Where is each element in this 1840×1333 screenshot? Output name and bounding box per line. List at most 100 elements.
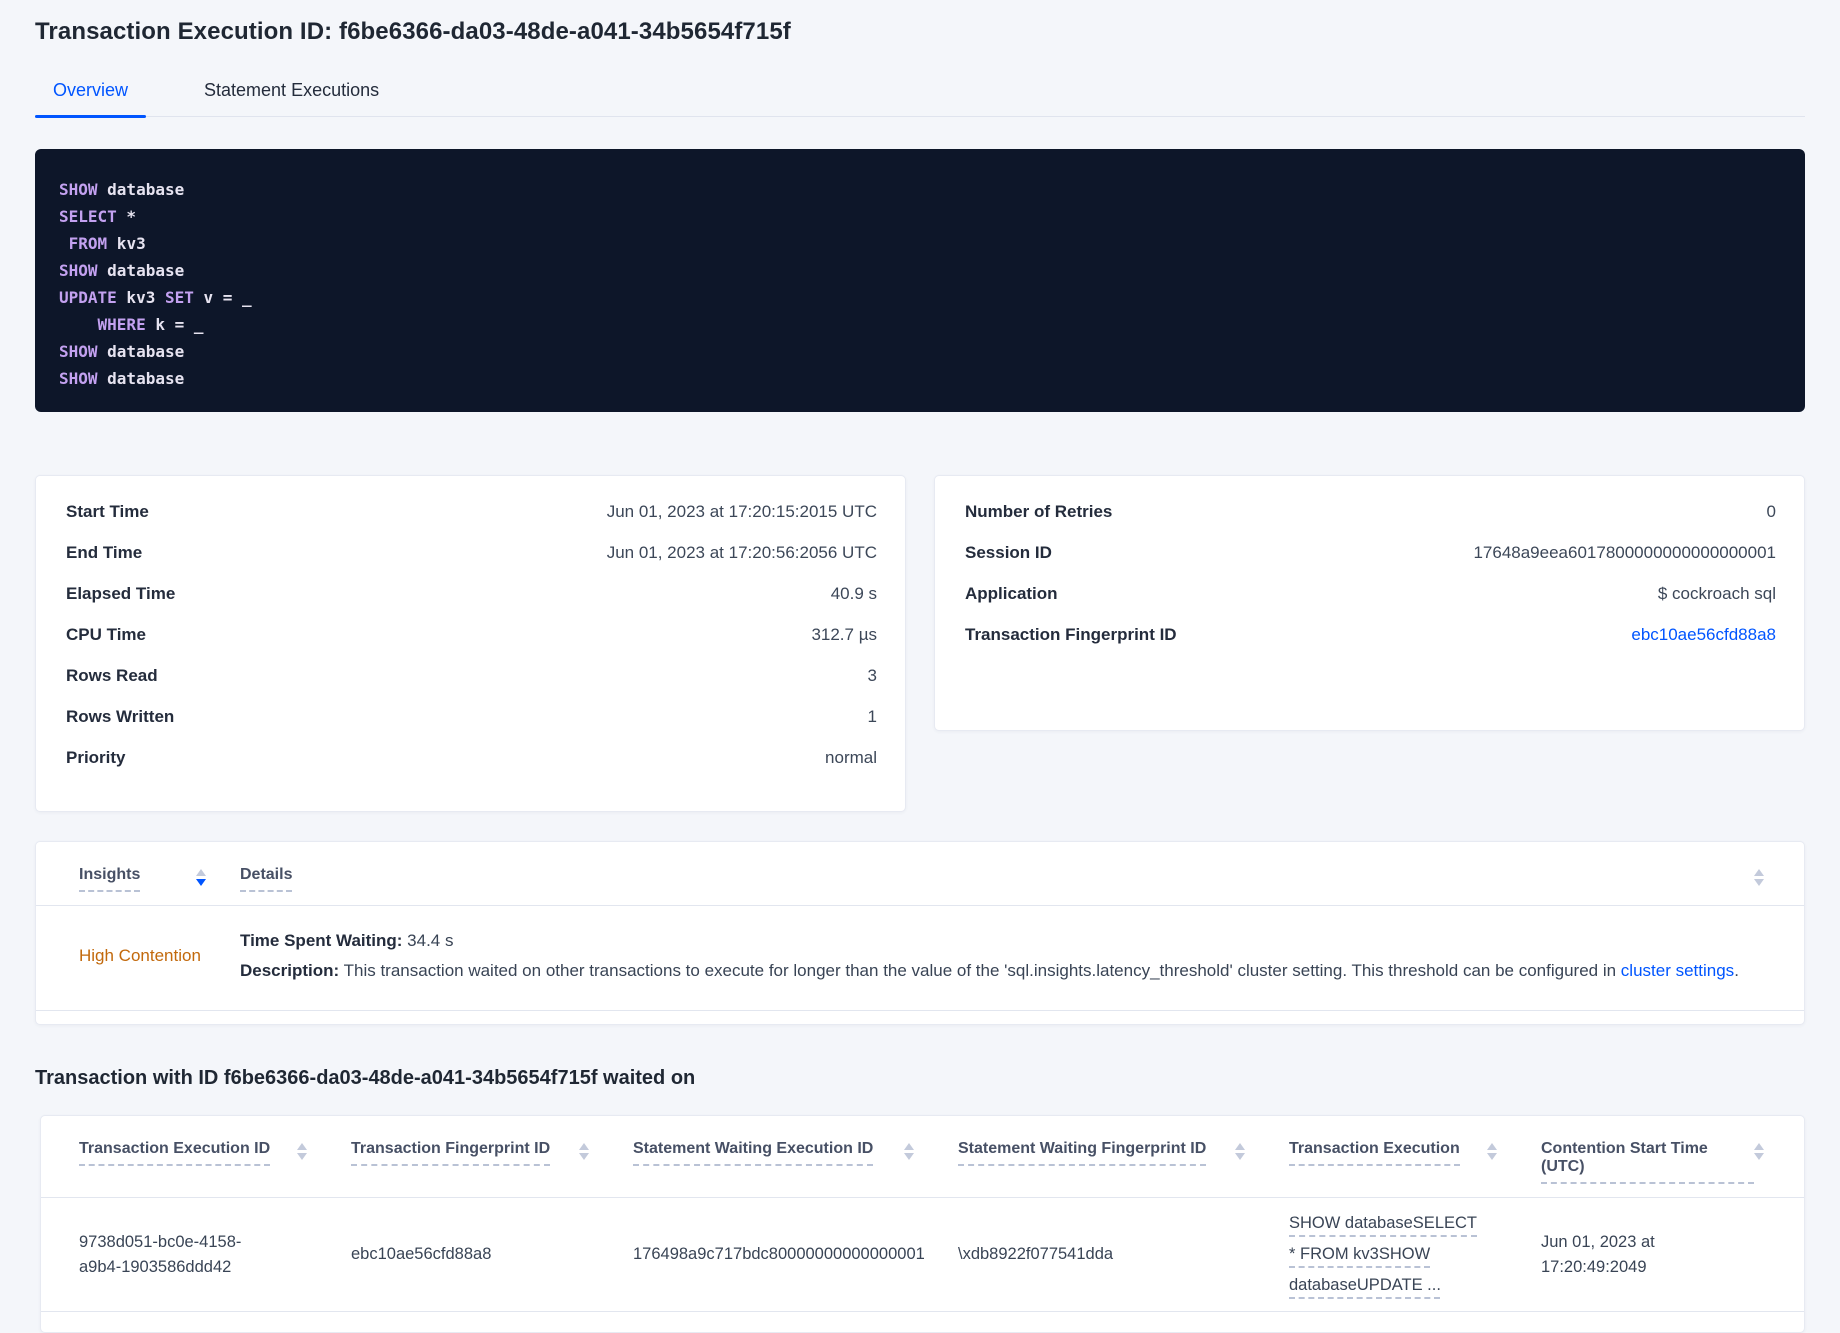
sql-line: SHOW database [59,365,1781,392]
insights-card: Insights Details High Contention Time Sp… [35,841,1805,1025]
summary-row-priority: Priority normal [66,748,877,789]
column-header-statement-waiting-fingerprint-id: Statement Waiting Fingerprint ID [958,1140,1289,1184]
description-text: This transaction waited on other transac… [339,961,1621,980]
transaction-fingerprint-link[interactable]: ebc10ae56cfd88a8 [1631,625,1776,644]
sql-keyword: SHOW [59,342,98,361]
sql-keyword: FROM [59,234,108,253]
summary-row-application: Application $ cockroach sql [965,584,1776,625]
sql-keyword: SET [155,288,194,307]
sql-text: kv3 [107,234,146,253]
row-label: Rows Written [66,707,175,726]
waited-table-header: Transaction Execution ID Transaction Fin… [41,1116,1804,1184]
transaction-details-page: Transaction Execution ID: f6be6366-da03-… [0,0,1840,1333]
time-spent-waiting: Time Spent Waiting: 34.4 s [240,926,1764,956]
sql-line: WHERE k = _ [59,311,1781,338]
cell-contention-start-time: Jun 01, 2023 at 17:20:49:2049 [1541,1232,1655,1276]
row-value: 0 [1766,502,1776,521]
row-value: 17648a9eea6017800000000000000001 [1473,543,1776,562]
insights-table-header: Insights Details [36,842,1804,892]
sql-line: FROM kv3 [59,230,1781,257]
cluster-settings-link[interactable]: cluster settings [1621,961,1734,980]
divider [41,1311,1804,1312]
column-label[interactable]: Transaction Execution [1289,1140,1460,1166]
column-label[interactable]: Contention Start Time (UTC) [1541,1140,1754,1184]
insight-details: Time Spent Waiting: 34.4 s Description: … [240,926,1764,986]
timing-summary-card: Start Time Jun 01, 2023 at 17:20:15:2015… [35,475,906,812]
sql-keyword: SHOW [59,369,98,388]
summary-row-transaction-fingerprint: Transaction Fingerprint ID ebc10ae56cfd8… [965,625,1776,666]
column-header-transaction-fingerprint-id: Transaction Fingerprint ID [351,1140,633,1184]
column-header-statement-waiting-execution-id: Statement Waiting Execution ID [633,1140,958,1184]
row-label: Number of Retries [965,502,1113,521]
divider [36,1010,1804,1011]
summary-row-rows-read: Rows Read 3 [66,666,877,707]
insights-column-header: Insights [79,866,240,892]
row-label: Elapsed Time [66,584,176,603]
waiting-value: 34.4 s [402,931,454,950]
waited-on-heading: Transaction with ID f6be6366-da03-48de-a… [35,1067,696,1089]
high-contention-badge: High Contention [79,946,201,965]
sort-icon[interactable] [1235,1140,1245,1160]
tab-overview[interactable]: Overview [35,72,147,118]
row-value: Jun 01, 2023 at 17:20:56:2056 UTC [606,543,877,562]
cell-statement-waiting-fingerprint-id: \xdb8922f077541dda [958,1245,1114,1263]
cell-transaction-fingerprint-id: ebc10ae56cfd88a8 [351,1245,492,1263]
waited-on-table-card: Transaction Execution ID Transaction Fin… [40,1115,1805,1333]
row-label: Start Time [66,502,149,521]
details-column-label[interactable]: Details [240,866,293,892]
sort-icon[interactable] [904,1140,914,1160]
row-value: 312.7 µs [811,625,877,644]
insight-description: Description: This transaction waited on … [240,956,1764,986]
tab-bar: Overview Statement Executions [35,72,1805,118]
sql-line: SHOW database [59,257,1781,284]
insights-column-label[interactable]: Insights [79,866,141,892]
row-value: Jun 01, 2023 at 17:20:15:2015 UTC [606,502,877,521]
sql-keyword: UPDATE [59,288,117,307]
tab-statement-executions[interactable]: Statement Executions [186,72,397,116]
session-summary-card: Number of Retries 0 Session ID 17648a9ee… [934,475,1805,731]
description-label: Description: [240,961,340,980]
sql-text: * [116,207,137,226]
column-header-transaction-execution: Transaction Execution [1289,1140,1541,1184]
insight-row: High Contention Time Spent Waiting: 34.4… [36,906,1804,1010]
waiting-label: Time Spent Waiting: [240,931,403,950]
sql-keyword: SELECT [59,207,117,226]
sort-icon[interactable] [297,1140,307,1160]
column-label[interactable]: Statement Waiting Execution ID [633,1140,874,1166]
sql-keyword: SHOW [59,261,98,280]
row-label: End Time [66,543,143,562]
column-header-transaction-execution-id: Transaction Execution ID [79,1140,351,1184]
row-label: Rows Read [66,666,158,685]
row-label: Priority [66,748,126,767]
sql-text: database [97,342,185,361]
sql-text: database [97,180,185,199]
cell-statement-waiting-execution-id: 176498a9c717bdc80000000000000001 [633,1245,925,1263]
sql-text: kv3 [116,288,156,307]
sort-icon[interactable] [1754,866,1764,886]
cell-transaction-execution-id: 9738d051-bc0e-4158-a9b4-1903586ddd42 [79,1232,242,1276]
summary-row-retries: Number of Retries 0 [965,502,1776,543]
summary-cards: Start Time Jun 01, 2023 at 17:20:15:2015… [35,475,1805,812]
transaction-execution-link[interactable]: SHOW databaseSELECT * FROM kv3SHOW datab… [1289,1208,1479,1301]
row-value: 3 [867,666,877,685]
sort-icon[interactable] [579,1140,589,1160]
column-label[interactable]: Transaction Fingerprint ID [351,1140,551,1166]
row-label: Application [965,584,1058,603]
sort-icon[interactable] [196,866,206,892]
sort-icon[interactable] [1487,1140,1497,1160]
summary-row-end-time: End Time Jun 01, 2023 at 17:20:56:2056 U… [66,543,877,584]
column-label[interactable]: Transaction Execution ID [79,1140,271,1166]
sql-line: SHOW database [59,176,1781,203]
summary-row-elapsed-time: Elapsed Time 40.9 s [66,584,877,625]
sort-icon[interactable] [1754,1140,1764,1160]
sql-line: SELECT * [59,203,1781,230]
page-title: Transaction Execution ID: f6be6366-da03-… [35,18,791,45]
sql-line: UPDATE kv3 SET v = _ [59,284,1781,311]
row-value: 1 [867,707,877,726]
row-value: 40.9 s [830,584,877,603]
summary-row-rows-written: Rows Written 1 [66,707,877,748]
row-label: Session ID [965,543,1052,562]
column-label[interactable]: Statement Waiting Fingerprint ID [958,1140,1207,1166]
table-row: 9738d051-bc0e-4158-a9b4-1903586ddd42 ebc… [41,1198,1804,1311]
sql-statements-box: SHOW database SELECT * FROM kv3 SHOW dat… [35,149,1805,412]
